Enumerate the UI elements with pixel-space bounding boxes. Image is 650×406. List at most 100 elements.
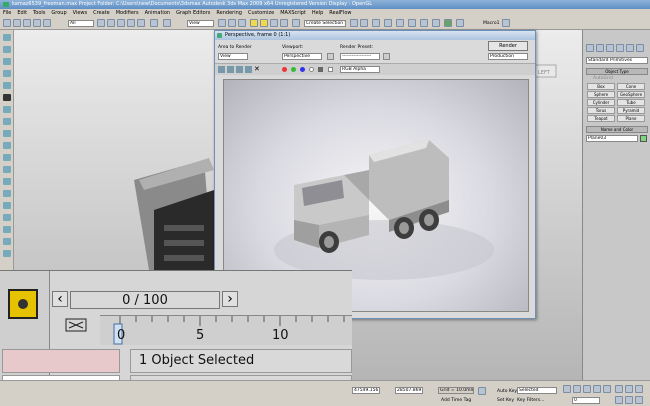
tool-icon-4[interactable] [3, 70, 11, 77]
tool-icon-17[interactable] [3, 226, 11, 233]
orbit-icon[interactable] [635, 396, 643, 404]
curve-editor-icon[interactable] [384, 19, 392, 27]
link-icon[interactable] [23, 19, 31, 27]
render-setup-dialog-icon[interactable] [383, 53, 390, 60]
percent-snap-icon[interactable] [270, 19, 278, 27]
redo-icon[interactable] [13, 19, 21, 27]
render-setup-icon[interactable] [420, 19, 428, 27]
primitive-type-dropdown[interactable]: Standard Primitives [586, 57, 648, 64]
sphere-button[interactable]: Sphere [587, 91, 615, 98]
select-rotate-icon[interactable] [150, 19, 158, 27]
menu-tools[interactable]: Tools [33, 9, 45, 17]
cone-button[interactable]: Cone [617, 83, 645, 90]
teapot-button[interactable]: Teapot [587, 115, 615, 122]
ref-coord-dropdown[interactable]: View [187, 20, 214, 27]
frame-counter[interactable]: 0 / 100 [70, 291, 220, 309]
autogrid-checkbox[interactable]: AutoGrid [593, 76, 613, 81]
menu-views[interactable]: Views [73, 9, 87, 17]
realflow-icon[interactable] [502, 19, 510, 27]
rect-selection-icon[interactable] [117, 19, 125, 27]
bind-spacewarp-icon[interactable] [43, 19, 51, 27]
menu-help[interactable]: Help [312, 9, 323, 17]
prev-frame-button[interactable]: ‹ [52, 291, 68, 307]
menu-rendering[interactable]: Rendering [216, 9, 242, 17]
motion-tab-icon[interactable] [616, 44, 624, 52]
go-to-end-icon[interactable] [603, 385, 611, 393]
clone-window-icon[interactable] [236, 66, 243, 73]
go-to-start-icon[interactable] [563, 385, 571, 393]
layer-manager-icon[interactable] [372, 19, 380, 27]
set-key-button[interactable]: Set Key [497, 398, 514, 403]
window-crossing-icon[interactable] [127, 19, 135, 27]
tool-icon-18[interactable] [3, 238, 11, 245]
selected-dropdown[interactable]: Selected [517, 387, 557, 394]
timeline-mini-icon[interactable] [65, 317, 87, 333]
object-type-header[interactable]: Object Type [586, 68, 648, 75]
plane-button[interactable]: Plane [617, 115, 645, 122]
named-selection-input[interactable]: Create Selection Set [304, 20, 346, 27]
name-color-header[interactable]: Name and Color [586, 126, 648, 133]
render-button[interactable]: Render [488, 41, 528, 51]
pan-icon[interactable] [625, 396, 633, 404]
select-scale-icon[interactable] [163, 19, 171, 27]
monochrome-icon[interactable] [318, 67, 323, 72]
tool-icon-13[interactable] [3, 178, 11, 185]
field-of-view-icon[interactable] [615, 396, 623, 404]
area-to-render-dropdown[interactable]: View [218, 53, 248, 60]
zoom-all-icon[interactable] [625, 385, 633, 393]
tool-icon-7[interactable] [3, 106, 11, 113]
menu-customize[interactable]: Customize [248, 9, 274, 17]
selection-filter-dropdown[interactable]: All [68, 20, 94, 27]
tool-icon-8[interactable] [3, 118, 11, 125]
mirror-icon[interactable] [350, 19, 358, 27]
cylinder-button[interactable]: Cylinder [587, 99, 615, 106]
keyboard-shortcut-icon[interactable] [238, 19, 246, 27]
prev-key-icon[interactable] [573, 385, 581, 393]
select-object-icon[interactable] [97, 19, 105, 27]
menu-create[interactable]: Create [93, 9, 110, 17]
print-image-icon[interactable] [245, 66, 252, 73]
auto-key-button[interactable]: Auto Key [497, 389, 517, 394]
tool-icon-19[interactable] [3, 250, 11, 257]
current-frame-field[interactable]: 0 [572, 397, 600, 404]
box-button[interactable]: Box [587, 83, 615, 90]
pivot-center-icon[interactable] [218, 19, 226, 27]
create-tab-icon[interactable] [586, 44, 594, 52]
menu-file[interactable]: File [3, 9, 11, 17]
blue-channel-icon[interactable] [300, 67, 305, 72]
tool-icon-3[interactable] [3, 58, 11, 65]
tool-icon-6[interactable] [3, 94, 11, 101]
alpha-channel-icon[interactable] [309, 67, 314, 72]
pyramid-button[interactable]: Pyramid [617, 107, 645, 114]
tool-icon-10[interactable] [3, 142, 11, 149]
add-time-tag-button[interactable]: Add Time Tag [441, 398, 471, 403]
menu-maxscript[interactable]: MAXScript [280, 9, 306, 17]
snaps-toggle-icon[interactable] [250, 19, 258, 27]
select-manipulate-icon[interactable] [228, 19, 236, 27]
background-color-swatch[interactable] [328, 67, 333, 72]
zoom-extents-icon[interactable] [635, 385, 643, 393]
macro-label[interactable]: Macro1 [483, 21, 499, 26]
tool-icon-9[interactable] [3, 130, 11, 137]
play-icon[interactable] [583, 385, 591, 393]
menu-graph-editors[interactable]: Graph Editors [176, 9, 210, 17]
channel-display-dropdown[interactable]: RGB Alpha [340, 66, 380, 73]
maxscript-listener-pink[interactable] [2, 349, 120, 373]
y-coordinate-field[interactable]: 28507.869 [395, 387, 423, 394]
torus-button[interactable]: Torus [587, 107, 615, 114]
render-production-icon[interactable] [8, 289, 38, 319]
select-by-name-icon[interactable] [107, 19, 115, 27]
render-type-icon[interactable] [456, 19, 464, 27]
tool-icon-1[interactable] [3, 34, 11, 41]
unlink-icon[interactable] [33, 19, 41, 27]
schematic-view-icon[interactable] [396, 19, 404, 27]
object-color-swatch[interactable] [640, 135, 647, 142]
tube-button[interactable]: Tube [617, 99, 645, 106]
menu-modifiers[interactable]: Modifiers [116, 9, 139, 17]
copy-image-icon[interactable] [227, 66, 234, 73]
menu-realflow[interactable]: RealFlow [329, 9, 351, 17]
align-icon[interactable] [360, 19, 368, 27]
utilities-tab-icon[interactable] [636, 44, 644, 52]
next-frame-button[interactable]: › [222, 291, 238, 307]
x-coordinate-field[interactable]: 47549.156 [352, 387, 380, 394]
